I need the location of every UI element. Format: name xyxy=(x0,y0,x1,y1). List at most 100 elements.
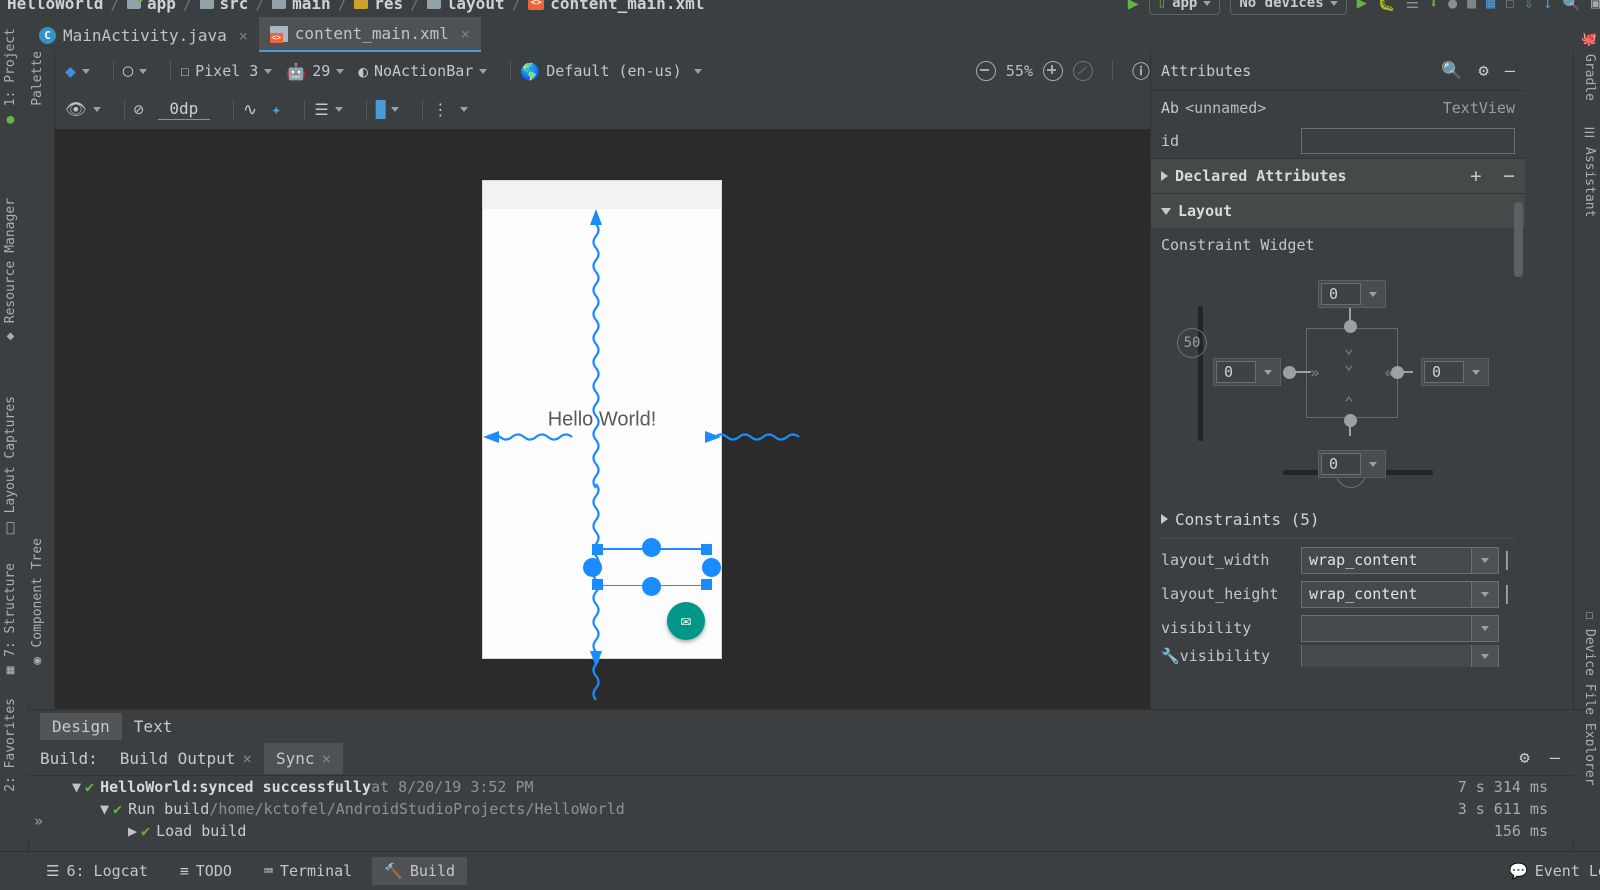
visibility-dropdown[interactable]: 👁 xyxy=(65,100,101,120)
chevron-down-icon[interactable] xyxy=(1471,615,1498,641)
sdk-manager-icon[interactable]: ▦ xyxy=(1486,0,1495,12)
chevron-down-icon[interactable] xyxy=(1361,281,1385,307)
tree-arrow-icon[interactable]: ▼ xyxy=(100,800,109,818)
breadcrumb-item-project[interactable]: HelloWorld xyxy=(0,0,110,13)
chevron-down-icon[interactable] xyxy=(1464,359,1488,385)
editor-tab-mainactivity[interactable]: C MainActivity.java × xyxy=(28,19,259,52)
autoconnect-toggle[interactable]: ⊘ xyxy=(134,100,144,120)
remove-attribute-button[interactable]: − xyxy=(1504,165,1515,187)
design-canvas[interactable]: Hello World! ✉ xyxy=(55,129,1150,800)
infer-constraints-button[interactable]: ✦ xyxy=(271,100,281,120)
close-icon[interactable]: × xyxy=(239,27,248,45)
right-anchor-dot[interactable] xyxy=(1391,366,1404,379)
tree-arrow-icon[interactable]: ▶ xyxy=(128,822,137,840)
breadcrumb-item-app[interactable]: app xyxy=(120,0,183,13)
orientation-selector[interactable]: ◯ xyxy=(123,61,148,81)
chevron-down-icon[interactable] xyxy=(1471,581,1498,607)
resource-picker-icon[interactable]: ⎮ xyxy=(1499,551,1515,570)
chevron-down-icon[interactable] xyxy=(1471,547,1498,573)
handle-bottom-left[interactable] xyxy=(592,579,603,590)
close-icon[interactable]: × xyxy=(322,749,332,768)
build-row[interactable]: ▶ ✔ Load build 156 ms xyxy=(28,820,1574,840)
profile-icon[interactable]: ☰ xyxy=(1406,0,1419,12)
top-margin-spinner[interactable]: 0 xyxy=(1318,280,1386,308)
add-attribute-button[interactable]: + xyxy=(1470,165,1481,187)
minimize-icon[interactable]: — xyxy=(1550,748,1560,768)
device-dropdown[interactable]: ☐ Pixel 3 xyxy=(180,62,273,80)
bottom-margin-spinner[interactable]: 0 xyxy=(1318,450,1386,478)
expand-icon[interactable]: » xyxy=(34,812,43,830)
breadcrumb-item-src[interactable]: src xyxy=(193,0,256,13)
anchor-left[interactable] xyxy=(583,558,602,577)
attribute-dropdown[interactable]: wrap_content xyxy=(1301,546,1499,574)
tab-text[interactable]: Text xyxy=(122,713,185,740)
right-margin-spinner[interactable]: 0 xyxy=(1421,358,1489,386)
theme-dropdown[interactable]: ◐ NoActionBar xyxy=(358,62,488,81)
tree-arrow-icon[interactable]: ▼ xyxy=(72,778,81,796)
attribute-dropdown[interactable] xyxy=(1301,645,1499,667)
height-mode-icon[interactable]: ⌄ ⌄ xyxy=(1344,340,1354,372)
default-margin-field[interactable]: 0dp xyxy=(157,99,210,120)
avd-manager-icon[interactable]: ☐ xyxy=(1505,0,1514,12)
tab-design[interactable]: Design xyxy=(40,712,122,740)
pack-dropdown[interactable]: ☰ xyxy=(314,100,343,119)
editor-tab-content-main[interactable]: content_main.xml × xyxy=(258,17,481,52)
selection-handles[interactable] xyxy=(583,538,721,596)
design-mode-selector[interactable]: ◆ xyxy=(65,61,90,82)
project-structure-icon[interactable]: ▣ xyxy=(1591,0,1600,12)
handle-bottom-right[interactable] xyxy=(701,579,712,590)
minimize-icon[interactable]: — xyxy=(1505,61,1515,81)
left-anchor-dot[interactable] xyxy=(1283,366,1296,379)
run-icon[interactable]: ▶ xyxy=(1357,0,1367,13)
status-item-logcat[interactable]: ☰ 6: Logcat xyxy=(34,857,160,885)
width-mode-left-icon[interactable]: » xyxy=(1310,365,1320,381)
stop-icon[interactable]: ■ xyxy=(1467,0,1476,12)
breadcrumb-item-res[interactable]: res xyxy=(347,0,410,13)
api-dropdown[interactable]: 🤖 29 xyxy=(286,62,345,81)
height-mode-icon-bottom[interactable]: ⌃ xyxy=(1344,395,1354,411)
build-output-tree[interactable]: ▼ ✔ HelloWorld: synced successfully at 8… xyxy=(28,775,1574,840)
constraint-widget-box[interactable]: ⌄ ⌄ ⌃ » « xyxy=(1306,328,1398,418)
locale-dropdown[interactable]: 🌎 Default (en-us) xyxy=(520,62,702,81)
status-item-event-log[interactable]: 💬 Event Log xyxy=(1509,862,1600,880)
sidebar-item-assistant[interactable]: ☰ Assistant xyxy=(1582,126,1597,217)
module-selector[interactable]: ▯ app xyxy=(1148,0,1221,15)
issues-icon[interactable]: ⓘ xyxy=(1132,58,1150,84)
gear-icon[interactable]: ⚙ xyxy=(1520,748,1530,768)
sidebar-item-layout-captures[interactable]: ⎕ Layout Captures xyxy=(3,396,18,534)
download-icon[interactable]: ↓ xyxy=(1543,0,1552,12)
status-item-build[interactable]: 🔨 Build xyxy=(372,857,468,885)
breadcrumb-item-main[interactable]: main xyxy=(265,0,338,13)
status-item-todo[interactable]: ≡ TODO xyxy=(168,857,244,885)
close-icon[interactable]: × xyxy=(461,25,470,43)
build-row[interactable]: ▼ ✔ HelloWorld: synced successfully at 8… xyxy=(28,776,1574,798)
sidebar-item-favorites[interactable]: 2: Favorites xyxy=(3,698,18,792)
breadcrumb-item-layout[interactable]: layout xyxy=(420,0,512,13)
align-dropdown[interactable]: █ xyxy=(376,100,400,119)
clear-constraints-button[interactable]: ∿ xyxy=(243,100,257,120)
sidebar-item-device-file-explorer[interactable]: ☐ Device File Explorer xyxy=(1582,608,1597,786)
sync-gradle-icon[interactable]: ⇩ xyxy=(1524,0,1533,12)
sidebar-item-resource-manager[interactable]: ◆ Resource Manager xyxy=(3,198,18,344)
id-input[interactable] xyxy=(1301,128,1515,154)
device-selector[interactable]: No devices xyxy=(1230,0,1347,15)
zoom-out-icon[interactable] xyxy=(975,61,996,81)
gear-icon[interactable]: ⚙ xyxy=(1479,61,1489,81)
breadcrumb-item-file[interactable]: <> content_main.xml xyxy=(521,0,711,13)
handle-top-right[interactable] xyxy=(701,544,712,555)
top-anchor-dot[interactable] xyxy=(1344,320,1357,333)
apply-changes-icon[interactable]: ⬇ xyxy=(1429,0,1438,12)
status-item-terminal[interactable]: ⌨ Terminal xyxy=(252,857,364,885)
guidelines-dropdown[interactable]: ⋮ xyxy=(432,100,469,119)
search-icon[interactable]: 🔍 xyxy=(1441,61,1462,81)
vertical-bias-value[interactable]: 50 xyxy=(1177,328,1207,358)
sidebar-item-gradle[interactable]: 🐙 Gradle xyxy=(1582,32,1597,101)
vertical-bias-slider[interactable] xyxy=(1198,306,1203,441)
zoom-to-fit-icon[interactable] xyxy=(1073,61,1093,81)
declared-attributes-section[interactable]: Declared Attributes + − xyxy=(1151,158,1525,193)
resource-picker-icon[interactable]: ⎮ xyxy=(1499,585,1515,604)
build-tab-output[interactable]: Build Output × xyxy=(108,743,264,774)
anchor-right[interactable] xyxy=(702,558,721,577)
anchor-bottom[interactable] xyxy=(642,577,661,596)
handle-top-left[interactable] xyxy=(592,544,603,555)
